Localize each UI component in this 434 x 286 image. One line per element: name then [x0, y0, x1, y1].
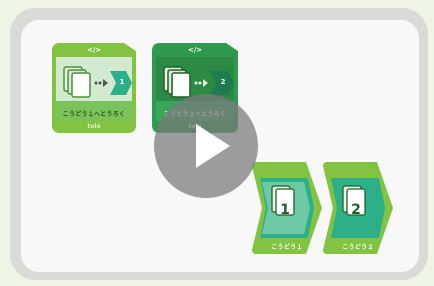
action-number: 1	[280, 202, 290, 218]
target-number: 1	[119, 78, 125, 86]
brand-label: tolo	[87, 123, 101, 130]
action-1-chevron: 1 こうどう１	[252, 162, 322, 254]
code-icon: </>	[187, 46, 203, 54]
card-stack-icon	[63, 66, 91, 98]
register-action-1-block: </> 1 こうどう１へとうろく tolo	[52, 43, 136, 133]
code-icon: </>	[86, 46, 102, 54]
card-stack-icon	[163, 66, 191, 98]
action-label: こうどう２	[342, 244, 374, 251]
block-shape	[52, 43, 136, 133]
action-label: こうどう１	[271, 244, 303, 251]
action-2-chevron: 2 こうどう２	[323, 162, 393, 254]
block-label: こうどう１へとうろく	[62, 111, 126, 118]
play-icon	[196, 124, 230, 168]
target-number: 2	[220, 78, 226, 86]
action-number: 2	[351, 202, 361, 218]
play-button[interactable]	[154, 94, 258, 198]
